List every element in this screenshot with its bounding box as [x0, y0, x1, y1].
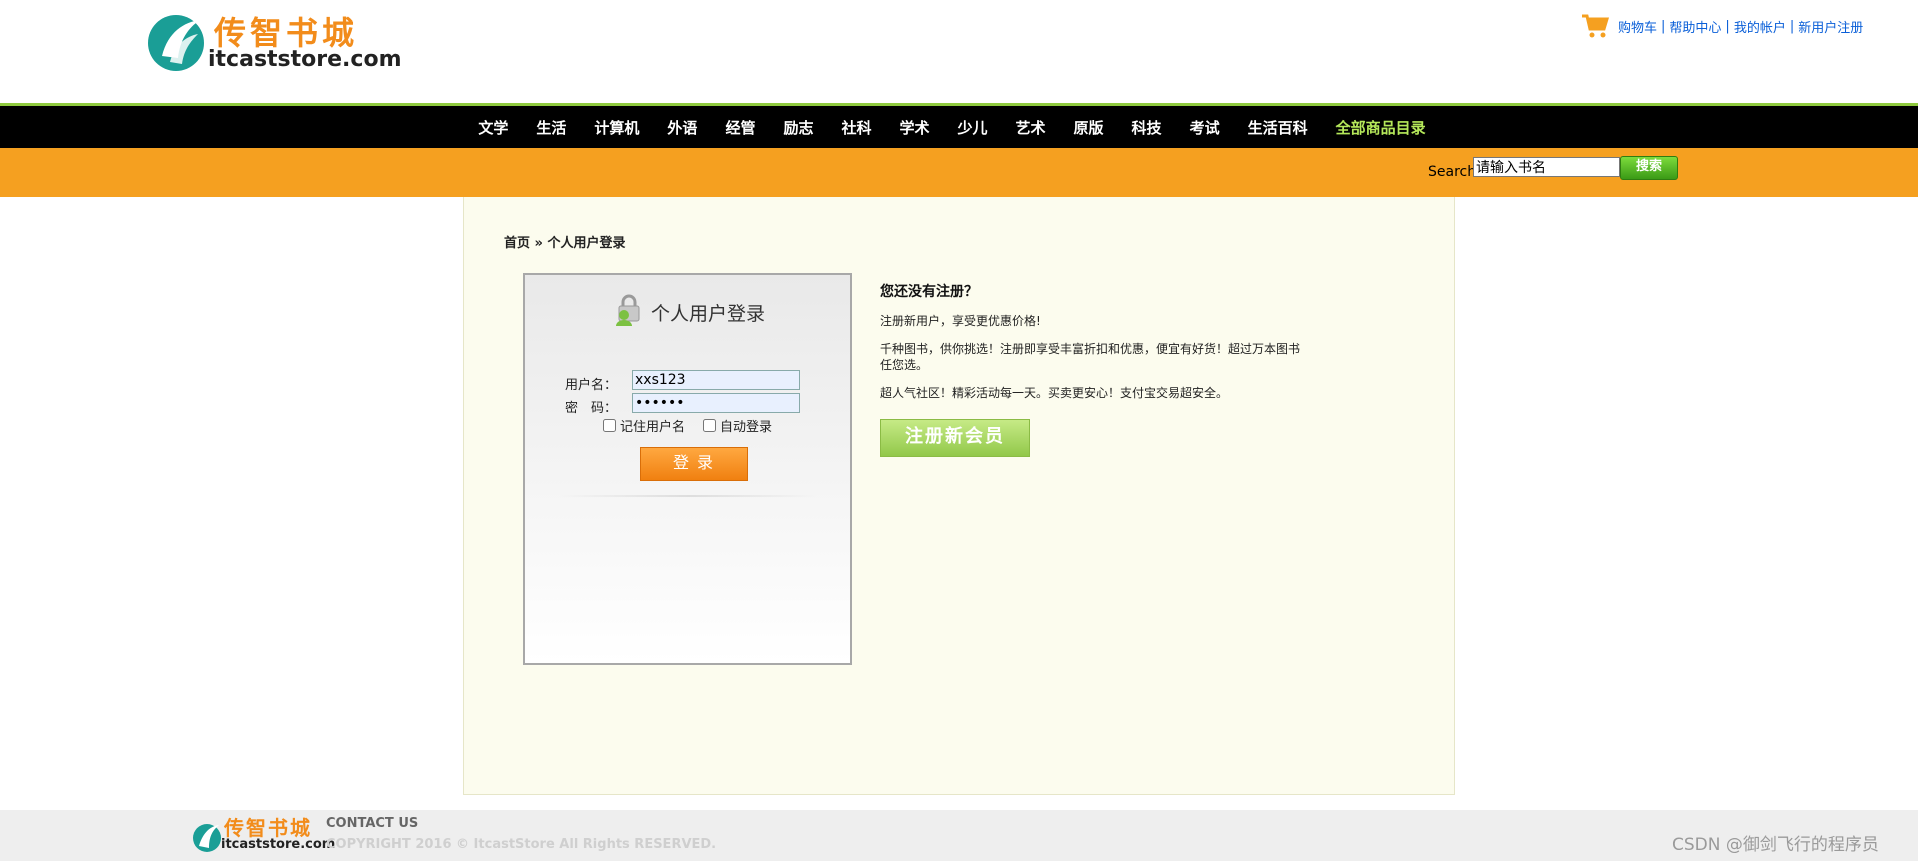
cart-link[interactable]: 购物车 — [1618, 17, 1657, 36]
username-label: 用户名： — [565, 378, 618, 393]
footer-logo-domain-text: itcaststore.com — [221, 837, 336, 852]
search-label: Search — [1428, 164, 1477, 180]
site-footer: 传智书城 itcaststore.com CONTACT US COPYRIGH… — [0, 810, 1918, 861]
my-account-link[interactable]: 我的帐户 — [1734, 17, 1786, 36]
breadcrumb-current: 个人用户登录 — [547, 236, 626, 251]
password-input[interactable] — [632, 393, 800, 413]
top-links: 购物车 | 帮助中心 | 我的帐户 | 新用户注册 — [1580, 10, 1863, 42]
help-center-link[interactable]: 帮助中心 — [1669, 17, 1721, 36]
nav-item-original[interactable]: 原版 — [1074, 117, 1104, 138]
nav-item-literature[interactable]: 文学 — [478, 117, 508, 138]
logo-domain-text: itcaststore.com — [208, 47, 402, 72]
register-new-member-button[interactable]: 注册新会员 — [880, 419, 1030, 457]
link-separator: | — [1789, 18, 1795, 34]
login-button[interactable]: 登录 — [640, 447, 748, 481]
login-title: 个人用户登录 — [651, 303, 766, 325]
category-nav: 文学 生活 计算机 外语 经管 励志 社科 学术 少儿 艺术 原版 科技 考试 … — [0, 106, 1918, 148]
auto-login-label: 自动登录 — [720, 420, 773, 435]
remember-username-checkbox[interactable] — [603, 419, 616, 432]
login-options: 记住用户名 自动登录 — [603, 416, 790, 435]
copyright-text: COPYRIGHT 2016 © ItcastStore All Rights … — [326, 837, 717, 852]
login-panel: 个人用户登录 用户名： 密 码： 记住用户名 自动登录 登录 — [523, 273, 852, 665]
search-input[interactable] — [1473, 157, 1620, 177]
nav-item-all-products[interactable]: 全部商品目录 — [1336, 117, 1426, 138]
username-input[interactable] — [632, 370, 800, 390]
nav-item-technology[interactable]: 科技 — [1132, 117, 1162, 138]
password-label: 密 码： — [565, 401, 618, 416]
remember-username-option[interactable]: 记住用户名 — [603, 416, 685, 435]
nav-item-art[interactable]: 艺术 — [1016, 117, 1046, 138]
nav-item-academic[interactable]: 学术 — [899, 117, 929, 138]
watermark-text: CSDN @御剑飞行的程序员 — [1672, 835, 1879, 855]
new-user-register-link[interactable]: 新用户注册 — [1798, 17, 1863, 36]
nav-item-foreign-language[interactable]: 外语 — [667, 117, 697, 138]
search-bar: Search 搜索 — [0, 148, 1918, 197]
register-text-2: 千种图书，供你挑选！注册即享受丰富折扣和优惠，便宜有好货！超过万本图书任您选。 — [880, 342, 1301, 372]
user-lock-icon — [616, 294, 640, 326]
nav-item-economics[interactable]: 经管 — [725, 117, 755, 138]
shopping-cart-icon[interactable] — [1580, 12, 1610, 40]
remember-username-label: 记住用户名 — [620, 420, 686, 435]
nav-item-inspirational[interactable]: 励志 — [783, 117, 813, 138]
nav-item-children[interactable]: 少儿 — [958, 117, 988, 138]
auto-login-option[interactable]: 自动登录 — [703, 416, 772, 435]
nav-item-computer[interactable]: 计算机 — [594, 117, 639, 138]
register-text-3: 超人气社区！精彩活动每一天。买卖更安心！支付宝交易超安全。 — [880, 386, 1229, 400]
register-text-1: 注册新用户，享受更优惠价格! — [880, 314, 1041, 328]
link-separator: | — [1725, 18, 1730, 34]
nav-item-life[interactable]: 生活 — [536, 117, 566, 138]
site-header: 传智书城 itcaststore.com 购物车 | 帮助中心 | 我的帐户 |… — [0, 0, 1918, 104]
breadcrumb: 首页 » 个人用户登录 — [504, 232, 626, 251]
breadcrumb-home[interactable]: 首页 — [504, 236, 530, 251]
register-info: 您还没有注册？ 注册新用户，享受更优惠价格! 千种图书，供你挑选！注册即享受丰富… — [880, 281, 1300, 401]
login-divider — [559, 495, 817, 497]
register-title: 您还没有注册？ — [880, 284, 978, 300]
main-content: 首页 » 个人用户登录 个人用户登录 用户名： 密 码： 记住用户名 自动登录 … — [463, 197, 1455, 795]
search-button[interactable]: 搜索 — [1620, 156, 1678, 180]
category-nav-list: 文学 生活 计算机 外语 经管 励志 社科 学术 少儿 艺术 原版 科技 考试 … — [0, 106, 1911, 148]
nav-item-life-encyclopedia[interactable]: 生活百科 — [1248, 117, 1308, 138]
contact-us-link[interactable]: CONTACT US — [326, 816, 418, 831]
link-separator: | — [1661, 18, 1666, 34]
nav-item-exam[interactable]: 考试 — [1190, 117, 1220, 138]
nav-item-social-science[interactable]: 社科 — [841, 117, 871, 138]
breadcrumb-separator: » — [534, 236, 543, 251]
auto-login-checkbox[interactable] — [703, 419, 717, 432]
